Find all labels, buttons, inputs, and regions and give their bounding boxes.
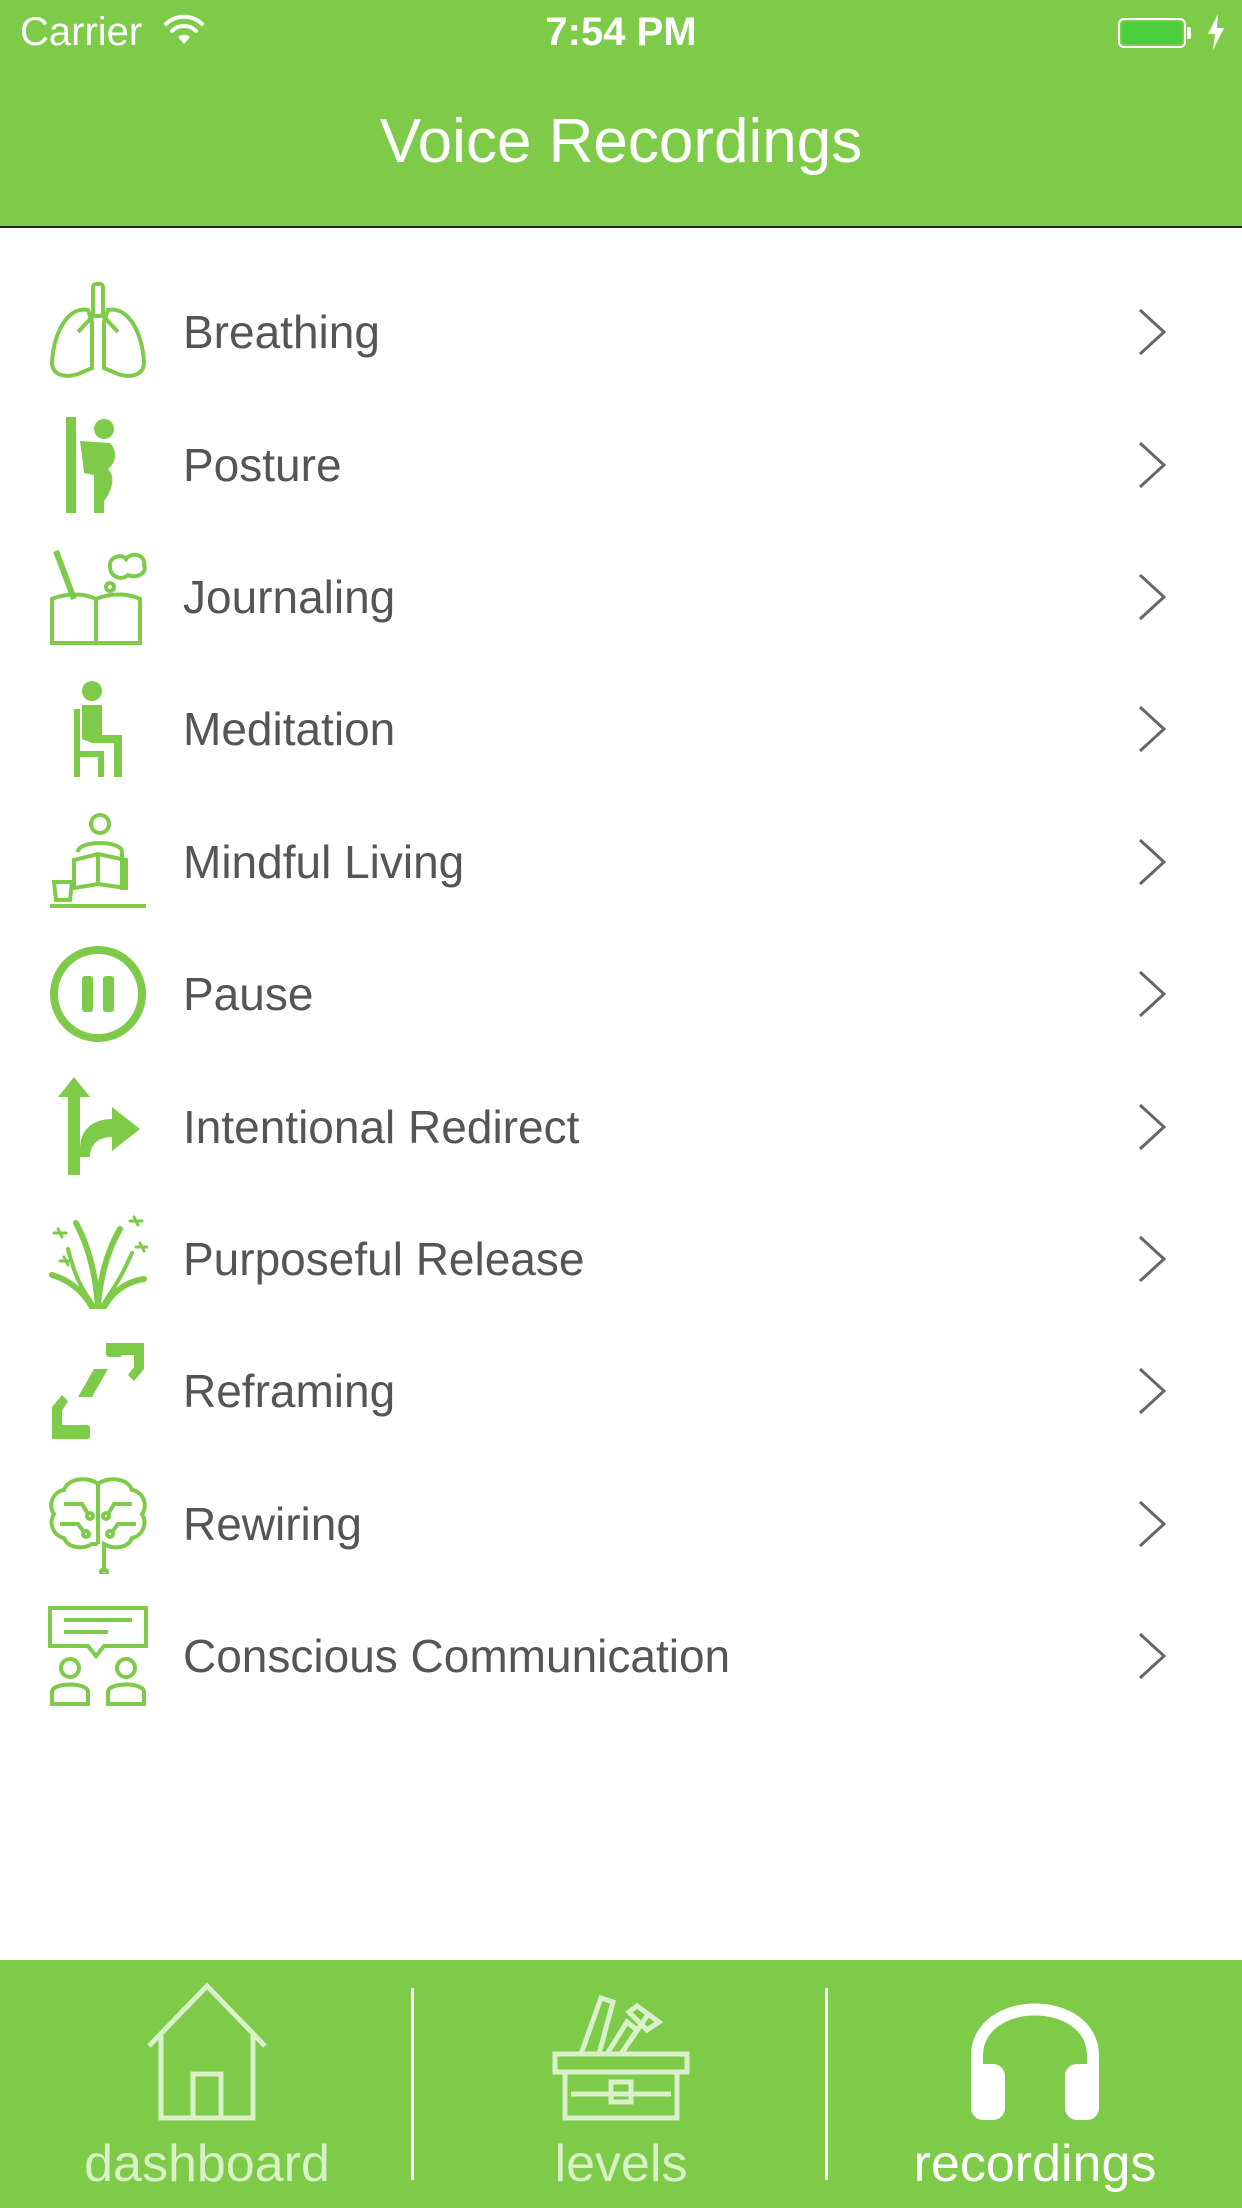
- release-burst-icon: [48, 1209, 148, 1309]
- tab-label: levels: [554, 2135, 688, 2193]
- tab-levels[interactable]: levels: [414, 1960, 828, 2208]
- page-title: Voice Recordings: [379, 107, 863, 176]
- list-item-reframing[interactable]: Reframing: [0, 1325, 1242, 1457]
- list-item-label: Posture: [183, 438, 342, 491]
- list-item-label: Breathing: [183, 306, 380, 359]
- house-icon: [0, 1982, 414, 2122]
- journal-icon: [48, 547, 148, 647]
- list-item-rewiring[interactable]: Rewiring: [0, 1458, 1242, 1590]
- list-item-intentional-redirect[interactable]: Intentional Redirect: [0, 1060, 1242, 1192]
- chevron-right-icon: [1138, 838, 1167, 885]
- recordings-list: Breathing Posture Journaling Meditation …: [0, 266, 1242, 1722]
- tab-bar: dashboard levels recordings: [0, 1960, 1242, 2208]
- list-item-label: Intentional Redirect: [183, 1100, 580, 1153]
- brain-circuit-icon: [48, 1474, 148, 1574]
- meditation-icon: [48, 679, 148, 779]
- charging-bolt-icon: [1208, 14, 1224, 50]
- chevron-right-icon: [1138, 1368, 1167, 1415]
- redirect-arrow-icon: [48, 1076, 148, 1177]
- screen: Carrier 7:54 PM Voice Recordings Breathi…: [0, 0, 1242, 2208]
- list-item-label: Journaling: [183, 570, 396, 623]
- headphones-icon: [828, 1982, 1242, 2122]
- chevron-right-icon: [1138, 441, 1167, 488]
- list-item-label: Meditation: [183, 703, 396, 756]
- toolbox-icon: [414, 1982, 828, 2122]
- tab-label: dashboard: [84, 2135, 330, 2193]
- status-bar: Carrier 7:54 PM: [0, 0, 1242, 66]
- status-time: 7:54 PM: [545, 10, 697, 54]
- list-item-label: Mindful Living: [183, 835, 465, 888]
- list-item-breathing[interactable]: Breathing: [0, 266, 1242, 398]
- list-item-label: Purposeful Release: [183, 1232, 585, 1285]
- pause-icon: [48, 944, 148, 1044]
- list-item-pause[interactable]: Pause: [0, 928, 1242, 1060]
- list-item-journaling[interactable]: Journaling: [0, 531, 1242, 663]
- mindful-living-icon: [48, 812, 148, 912]
- navigation-bar: Carrier 7:54 PM Voice Recordings: [0, 0, 1242, 228]
- list-item-meditation[interactable]: Meditation: [0, 663, 1242, 795]
- tab-recordings[interactable]: recordings: [828, 1960, 1242, 2208]
- tab-label: recordings: [913, 2135, 1157, 2193]
- chevron-right-icon: [1138, 1500, 1167, 1547]
- chevron-right-icon: [1138, 1103, 1167, 1150]
- chevron-right-icon: [1138, 573, 1167, 621]
- list-item-posture[interactable]: Posture: [0, 398, 1242, 530]
- lungs-icon: [48, 282, 148, 382]
- chevron-right-icon: [1138, 1632, 1167, 1680]
- chevron-right-icon: [1138, 971, 1167, 1018]
- tab-dashboard[interactable]: dashboard: [0, 1960, 414, 2208]
- list-item-conscious-communication[interactable]: Conscious Communication: [0, 1590, 1242, 1722]
- list-item-label: Rewiring: [183, 1497, 362, 1550]
- list-item-label: Conscious Communication: [183, 1630, 731, 1683]
- chevron-right-icon: [1138, 1235, 1167, 1283]
- chevron-right-icon: [1138, 309, 1167, 356]
- list-item-purposeful-release[interactable]: Purposeful Release: [0, 1193, 1242, 1325]
- battery-icon: [1118, 18, 1191, 48]
- frame-hands-icon: [48, 1341, 148, 1441]
- conversation-icon: [48, 1606, 148, 1707]
- list-item-mindful-living[interactable]: Mindful Living: [0, 796, 1242, 928]
- posture-icon: [48, 415, 148, 515]
- list-item-label: Reframing: [183, 1365, 396, 1418]
- chevron-right-icon: [1138, 706, 1167, 753]
- list-item-label: Pause: [183, 968, 314, 1021]
